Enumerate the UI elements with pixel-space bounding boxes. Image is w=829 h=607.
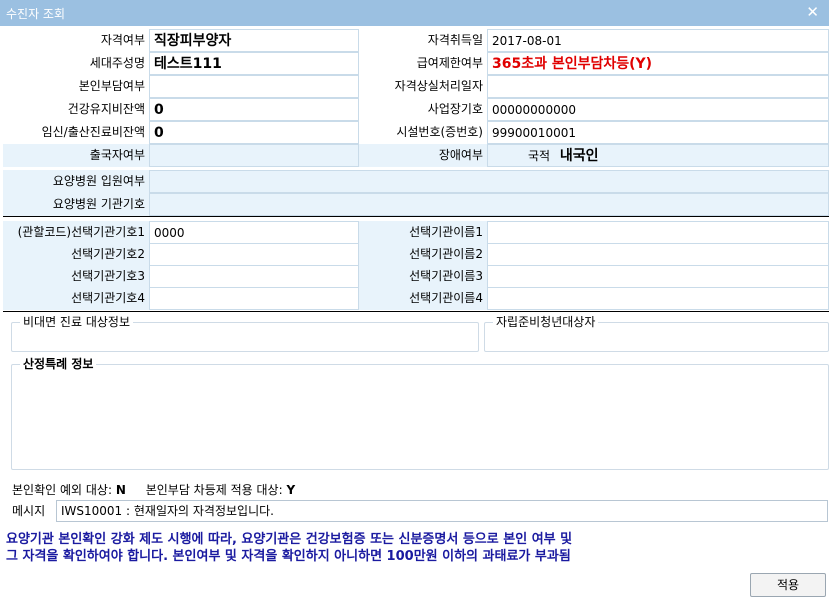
label-departure: 출국자여부 bbox=[89, 148, 145, 162]
input-selection-name-1[interactable] bbox=[487, 221, 829, 244]
notice-line-2: 그 자격을 확인하여야 합니다. 본인여부 및 자격을 확인하지 아니하면 10… bbox=[6, 549, 571, 564]
input-selection-code-2[interactable] bbox=[149, 243, 359, 266]
input-selection-name-2[interactable] bbox=[487, 243, 829, 266]
value-workplace-code: 00000000000 bbox=[487, 98, 829, 121]
label-selection-code-2: 선택기관기호2 bbox=[71, 247, 145, 261]
value-nationality: 내국인 bbox=[559, 148, 599, 164]
input-selection-name-4[interactable] bbox=[487, 287, 829, 310]
label-selection-code-4: 선택기관기호4 bbox=[71, 291, 145, 305]
apply-button[interactable]: 적용 bbox=[750, 573, 826, 597]
input-selection-code-1[interactable]: 0000 bbox=[149, 221, 359, 244]
youth-group-title: 자립준비청년대상자 bbox=[493, 313, 599, 330]
value-copay bbox=[149, 75, 359, 98]
label-qualification: 자격여부 bbox=[100, 33, 145, 47]
label-workplace-code: 사업장기호 bbox=[427, 102, 483, 116]
label-nursing-admission: 요양병원 입원여부 bbox=[52, 174, 145, 188]
separator-line-2 bbox=[3, 311, 829, 312]
value-acquisition-date: 2017-08-01 bbox=[487, 29, 829, 52]
label-selection-name-2: 선택기관이름2 bbox=[409, 247, 483, 261]
label-benefit-restriction: 급여제한여부 bbox=[416, 56, 483, 70]
value-nursing-admission bbox=[149, 170, 829, 193]
info-row-7: 요양병원 입원여부 bbox=[3, 170, 829, 193]
selection-row-4: 선택기관기호4 선택기관이름4 bbox=[3, 287, 829, 310]
value-nursing-code bbox=[149, 193, 829, 216]
label-acquisition-date: 자격취득일 bbox=[427, 33, 483, 47]
label-selection-name-1: 선택기관이름1 bbox=[409, 225, 483, 239]
info-row-1: 자격여부 직장피부양자 자격취득일 2017-08-01 bbox=[3, 29, 829, 52]
window-title: 수진자 조회 bbox=[6, 7, 66, 21]
value-qualification: 직장피부양자 bbox=[149, 29, 359, 52]
special-case-group-title: 산정특례 정보 bbox=[20, 355, 97, 372]
label-health-balance: 건강유지비잔액 bbox=[67, 102, 145, 116]
selection-row-3: 선택기관기호3 선택기관이름3 bbox=[3, 265, 829, 288]
input-selection-name-3[interactable] bbox=[487, 265, 829, 288]
verify-exception-value: N bbox=[115, 483, 126, 497]
label-copay: 본인부담여부 bbox=[78, 79, 145, 93]
status-line: 본인확인 예외 대상: N 본인부담 차등제 적용 대상: Y bbox=[12, 481, 295, 498]
label-disability: 장애여부 bbox=[438, 148, 483, 162]
selection-row-2: 선택기관기호2 선택기관이름2 bbox=[3, 243, 829, 266]
value-pregnancy-balance: 0 bbox=[149, 121, 359, 144]
label-loss-date: 자격상실처리일자 bbox=[394, 79, 483, 93]
input-selection-code-3[interactable] bbox=[149, 265, 359, 288]
label-selection-code-1: (관할코드)선택기관기호1 bbox=[17, 225, 145, 239]
verify-exception-label: 본인확인 예외 대상: bbox=[12, 483, 112, 497]
notice-line-1: 요양기관 본인확인 강화 제도 시행에 따라, 요양기관은 건강보험증 또는 신… bbox=[6, 532, 573, 547]
notice-text: 요양기관 본인확인 강화 제도 시행에 따라, 요양기관은 건강보험증 또는 신… bbox=[6, 531, 826, 565]
label-nationality: 국적 bbox=[528, 149, 551, 163]
label-selection-name-3: 선택기관이름3 bbox=[409, 269, 483, 283]
close-icon[interactable]: ✕ bbox=[806, 3, 819, 21]
nonface-group-title: 비대면 진료 대상정보 bbox=[20, 313, 133, 330]
info-row-3: 본인부담여부 자격상실처리일자 bbox=[3, 75, 829, 98]
info-row-2: 세대주성명 테스트111 급여제한여부 365초과 본인부담차등(Y) bbox=[3, 52, 829, 75]
info-row-6: 출국자여부 장애여부 국적 내국인 bbox=[3, 144, 829, 167]
input-selection-code-4[interactable] bbox=[149, 287, 359, 310]
label-selection-name-4: 선택기관이름4 bbox=[409, 291, 483, 305]
info-row-8: 요양병원 기관기호 bbox=[3, 193, 829, 216]
title-bar: 수진자 조회 ✕ bbox=[0, 0, 829, 26]
message-label: 메시지 bbox=[12, 504, 46, 518]
info-row-5: 임신/출산진료비잔액 0 시설번호(증번호) 99900010001 bbox=[3, 121, 829, 144]
selection-row-1: (관할코드)선택기관기호1 0000 선택기관이름1 bbox=[3, 221, 829, 244]
label-selection-code-3: 선택기관기호3 bbox=[71, 269, 145, 283]
label-nursing-code: 요양병원 기관기호 bbox=[52, 197, 145, 211]
info-row-4: 건강유지비잔액 0 사업장기호 00000000000 bbox=[3, 98, 829, 121]
separator-line bbox=[3, 216, 829, 217]
label-pregnancy-balance: 임신/출산진료비잔액 bbox=[41, 125, 145, 139]
value-facility-number: 99900010001 bbox=[487, 121, 829, 144]
value-disability: 국적 내국인 bbox=[487, 144, 829, 167]
label-householder: 세대주성명 bbox=[89, 56, 145, 70]
value-health-balance: 0 bbox=[149, 98, 359, 121]
client-area: 자격여부 직장피부양자 자격취득일 2017-08-01 세대주성명 테스트11… bbox=[0, 26, 829, 607]
value-loss-date bbox=[487, 75, 829, 98]
value-householder: 테스트111 bbox=[149, 52, 359, 75]
copay-diff-value: Y bbox=[286, 483, 296, 497]
value-benefit-restriction: 365초과 본인부담차등(Y) bbox=[487, 52, 829, 75]
message-field[interactable]: IWS10001 : 현재일자의 자격정보입니다. bbox=[56, 500, 828, 522]
copay-diff-label: 본인부담 차등제 적용 대상: bbox=[145, 483, 283, 497]
special-case-group bbox=[11, 364, 829, 470]
label-facility-number: 시설번호(증번호) bbox=[396, 125, 483, 139]
value-departure bbox=[149, 144, 359, 167]
